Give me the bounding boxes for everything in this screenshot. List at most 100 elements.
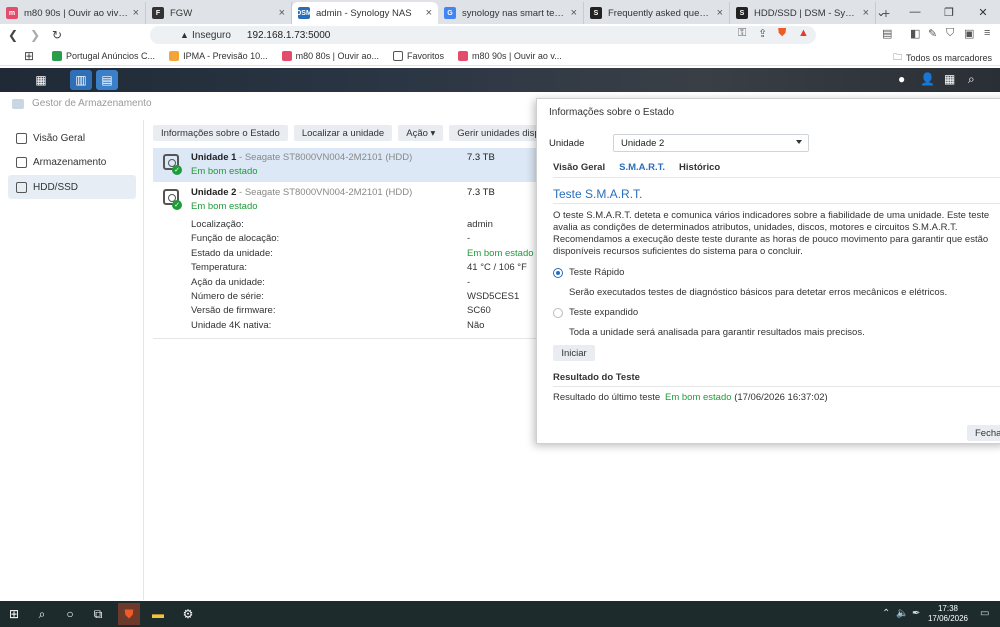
brave-rewards-icon[interactable]: ▲: [798, 27, 809, 39]
bookmark-item[interactable]: Portugal Anúncios C...: [52, 50, 155, 61]
bookmark-item[interactable]: Favoritos: [392, 50, 444, 61]
reader-mode-icon[interactable]: ▤: [882, 27, 892, 40]
close-window-button[interactable]: ✕: [966, 0, 1000, 24]
minimize-button[interactable]: —: [898, 0, 932, 24]
tab-favicon-icon: S: [590, 7, 602, 19]
notification-icon[interactable]: ▭: [980, 608, 989, 619]
widgets-icon[interactable]: ▦: [944, 72, 955, 86]
unit-select[interactable]: Unidade 2: [613, 134, 809, 152]
settings-gear-icon[interactable]: ⚙: [180, 606, 196, 622]
drive-size: 7.3 TB: [467, 187, 495, 198]
last-result-status: Em bom estado: [665, 392, 732, 403]
tab-search-icon[interactable]: ⌄: [864, 0, 898, 24]
drive-label: Unidade 1: [191, 152, 237, 163]
property-key: Localização:: [191, 219, 244, 230]
quick-test-radio[interactable]: [553, 268, 563, 278]
drive-row-1[interactable]: ✓ Unidade 1 - Seagate ST8000VN004-2M2101…: [153, 148, 537, 182]
search-icon[interactable]: ⌕: [968, 72, 975, 87]
clock[interactable]: 17:38 17/06/2026: [926, 604, 970, 624]
app-icon-storage-manager[interactable]: ▤: [96, 70, 118, 90]
brave-browser-icon[interactable]: ⛊: [118, 603, 140, 625]
forward-button[interactable]: ❯: [26, 26, 44, 44]
drive-label: Unidade 2: [191, 187, 237, 198]
browser-tab-strip: mm80 90s | Ouvir ao vivo no Rayo×FFGW×DS…: [0, 0, 1000, 24]
check-icon: ✓: [172, 165, 182, 175]
main-menu-icon[interactable]: ▦: [30, 70, 52, 90]
user-icon[interactable]: 👤: [920, 72, 935, 86]
status-info-button[interactable]: Informações sobre o Estado: [153, 125, 288, 141]
bookmark-item[interactable]: IPMA - Previsão 10...: [169, 50, 268, 61]
close-tab-icon[interactable]: ×: [133, 7, 139, 19]
drive-row-2[interactable]: ✓ Unidade 2 - Seagate ST8000VN004-2M2101…: [153, 183, 537, 217]
address-bar-row: ❮ ❯ ↻ 🔖 ▲ Inseguro 192.168.1.73:5000 ⚿ ⇪…: [0, 24, 1000, 46]
clock-time: 17:38: [937, 604, 959, 613]
all-bookmarks[interactable]: 🗀 Todos os marcadores: [893, 50, 992, 66]
key-icon[interactable]: ⚿: [738, 27, 746, 40]
pen-icon[interactable]: ✒: [912, 608, 920, 619]
bookmark-favicon-icon: [392, 50, 403, 61]
action-dropdown[interactable]: Ação ▾: [398, 125, 444, 141]
search-icon[interactable]: ⌕: [34, 606, 50, 622]
property-row: Número de série: WSD5CES1: [191, 291, 537, 305]
browser-tab-0[interactable]: m m80 90s | Ouvir ao vivo no Rayo ×: [0, 2, 146, 24]
browser-tab-5[interactable]: SHDD/SSD | DSM - Synology Knowle×: [730, 2, 876, 24]
url-field[interactable]: ▲ Inseguro 192.168.1.73:5000: [150, 26, 816, 44]
back-button[interactable]: ❮: [4, 26, 22, 44]
tab-favicon-icon: F: [152, 7, 164, 19]
last-result-date: (17/06/2026 16:37:02): [734, 392, 828, 403]
tab-overview[interactable]: Visão Geral: [553, 162, 605, 173]
file-explorer-icon[interactable]: ▬: [150, 606, 166, 622]
bookmark-item[interactable]: m80 90s | Ouvir ao v...: [458, 50, 562, 61]
close-tab-icon[interactable]: ×: [279, 7, 285, 19]
vpn-icon[interactable]: ⛉: [946, 27, 954, 40]
browser-tab-1[interactable]: F FGW ×: [146, 2, 292, 24]
locate-drive-button[interactable]: Localizar a unidade: [293, 125, 393, 141]
hdd-icon: [16, 181, 27, 193]
property-row: Função de alocação: -: [191, 233, 537, 247]
property-value: -: [467, 276, 471, 288]
browser-tab-3[interactable]: Gsynology nas smart test - Pesquisa G ×: [438, 2, 584, 24]
bookmark-item[interactable]: m80 80s | Ouvir ao...: [281, 50, 379, 61]
brave-shield-icon[interactable]: ⛊: [778, 27, 786, 40]
apps-grid-icon[interactable]: ⊞: [20, 47, 38, 65]
close-tab-icon[interactable]: ×: [426, 7, 432, 19]
extended-test-radio[interactable]: [553, 308, 563, 318]
os-taskbar: ⊞ ⌕ ○ ⧉ ⛊ ▬ ⚙ ⌃ 🔈 ✒ 17:38 17/06/2026 ▭: [0, 601, 1000, 627]
sidebar-item-hdd-ssd[interactable]: HDD/SSD: [8, 175, 136, 199]
wallet-icon[interactable]: ▣: [964, 27, 974, 40]
extensions-icon[interactable]: ✎: [928, 27, 937, 40]
drive-properties: Localização: admin Função de alocação: - Est…: [191, 219, 537, 334]
tab-title: synology nas smart test - Pesquisa G: [462, 7, 567, 19]
property-value: admin: [467, 219, 493, 230]
browser-tab-4[interactable]: S Frequently asked questions about S ×: [584, 2, 730, 24]
chevron-down-icon: [796, 140, 802, 144]
task-view-icon[interactable]: ⧉: [90, 606, 106, 622]
last-result-value: Em bom estado (17/06/2026 16:37:02): [665, 392, 828, 403]
bookmarks-bar: ⊞ Portugal Anúncios C... IPMA - Previsão …: [0, 46, 1000, 66]
app-icon-file-station[interactable]: ▥: [70, 70, 92, 90]
close-button[interactable]: Fechar: [967, 425, 1000, 441]
maximize-button[interactable]: ❐: [932, 0, 966, 24]
share-icon[interactable]: ⇪: [758, 27, 767, 40]
notifications-icon[interactable]: ●: [898, 72, 905, 86]
start-button[interactable]: Iniciar: [553, 345, 595, 361]
chevron-up-icon[interactable]: ⌃: [882, 608, 890, 619]
cortana-icon[interactable]: ○: [62, 606, 78, 622]
property-row: Ação da unidade: -: [191, 277, 537, 291]
sidebar-item-storage[interactable]: Armazenamento: [8, 150, 136, 174]
menu-icon[interactable]: ≡: [984, 27, 990, 39]
reload-icon[interactable]: ↻: [48, 26, 66, 44]
quick-test-label[interactable]: Teste Rápido: [569, 267, 624, 278]
extended-test-label[interactable]: Teste expandido: [569, 307, 638, 318]
volume-icon[interactable]: 🔈: [896, 608, 908, 619]
sidebar-item-overview[interactable]: Visão Geral: [8, 126, 136, 150]
tab-smart[interactable]: S.M.A.R.T.: [619, 162, 665, 173]
close-tab-icon[interactable]: ×: [571, 7, 577, 19]
dsm-taskbar: ▦ ▥ ▤ ● 👤 ▦ ⌕: [0, 68, 1000, 92]
sidebar-icon[interactable]: ◧: [910, 27, 920, 40]
tab-history[interactable]: Histórico: [679, 162, 720, 173]
windows-start-icon[interactable]: ⊞: [6, 606, 22, 622]
close-tab-icon[interactable]: ×: [717, 7, 723, 19]
drive-name: Unidade 2 - Seagate ST8000VN004-2M2101 (…: [191, 187, 412, 198]
browser-tab-2[interactable]: DSM admin - Synology NAS ×: [292, 2, 438, 24]
